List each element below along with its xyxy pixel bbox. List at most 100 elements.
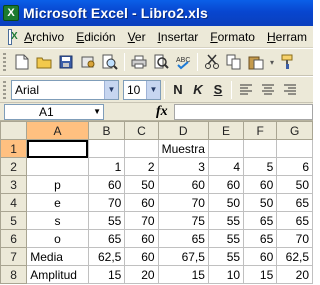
formula-input[interactable]: [173, 103, 313, 120]
cell[interactable]: 50: [207, 193, 245, 212]
row-header[interactable]: 4: [0, 193, 28, 212]
cell[interactable]: 70: [276, 229, 313, 248]
align-center-icon[interactable]: [257, 79, 279, 101]
italic-button[interactable]: K: [188, 79, 208, 101]
cell[interactable]: [26, 157, 89, 176]
row-header[interactable]: 2: [0, 157, 28, 176]
cell[interactable]: e: [26, 193, 89, 212]
toolbar-grip[interactable]: [3, 80, 6, 99]
cell[interactable]: 65: [276, 211, 313, 230]
cell[interactable]: p: [26, 175, 89, 194]
document-icon[interactable]: [8, 28, 18, 45]
row-header[interactable]: 6: [0, 229, 28, 248]
cell[interactable]: 70: [157, 193, 209, 212]
menu-edicion[interactable]: Edición: [70, 30, 121, 44]
cell[interactable]: 50: [124, 175, 159, 194]
print-preview2-icon[interactable]: [150, 51, 172, 73]
menu-herramientas[interactable]: Herram: [261, 30, 313, 44]
toolbar-grip[interactable]: [3, 53, 6, 71]
paste-icon[interactable]: [245, 51, 267, 73]
cell[interactable]: 60: [124, 247, 159, 266]
cell[interactable]: 5: [243, 157, 278, 176]
print-icon[interactable]: [128, 51, 150, 73]
cell[interactable]: 10: [207, 265, 245, 284]
column-header-f[interactable]: F: [243, 121, 278, 140]
cell[interactable]: [207, 139, 245, 158]
cell[interactable]: 2: [124, 157, 159, 176]
row-header[interactable]: 7: [0, 247, 28, 266]
cell[interactable]: 1: [87, 157, 126, 176]
cell[interactable]: Media: [26, 247, 89, 266]
align-left-icon[interactable]: [235, 79, 257, 101]
open-icon[interactable]: [33, 51, 55, 73]
cell[interactable]: 15: [157, 265, 209, 284]
name-box[interactable]: A1 ▼: [4, 103, 104, 120]
chevron-down-icon[interactable]: ▼: [104, 80, 118, 99]
cell[interactable]: 60: [87, 175, 126, 194]
menu-formato[interactable]: Formato: [204, 30, 261, 44]
cell[interactable]: 70: [124, 211, 159, 230]
paste-dropdown-icon[interactable]: ▾: [267, 51, 277, 73]
column-header-d[interactable]: D: [157, 121, 209, 140]
cell[interactable]: 60: [243, 175, 278, 194]
print-preview-icon[interactable]: [99, 51, 121, 73]
align-right-icon[interactable]: [279, 79, 301, 101]
excel-app-icon[interactable]: X: [3, 5, 19, 21]
row-header[interactable]: 5: [0, 211, 28, 230]
cut-icon[interactable]: [201, 51, 223, 73]
font-size-combo[interactable]: 10 ▼: [123, 79, 161, 100]
cell[interactable]: 55: [207, 211, 245, 230]
cell[interactable]: 60: [157, 175, 209, 194]
cell-a1[interactable]: [26, 139, 89, 158]
cell[interactable]: [276, 139, 313, 158]
cell[interactable]: 15: [243, 265, 278, 284]
cell[interactable]: 62,5: [276, 247, 313, 266]
cell[interactable]: 65: [87, 229, 126, 248]
cell[interactable]: 60: [207, 175, 245, 194]
chevron-down-icon[interactable]: ▼: [93, 105, 101, 119]
spelling-icon[interactable]: ABC: [172, 51, 194, 73]
menu-insertar[interactable]: Insertar: [152, 30, 205, 44]
cell[interactable]: 55: [207, 229, 245, 248]
cell[interactable]: [124, 139, 159, 158]
column-header-c[interactable]: C: [124, 121, 159, 140]
bold-button[interactable]: N: [168, 79, 188, 101]
select-all-corner[interactable]: [0, 121, 28, 140]
menu-archivo[interactable]: Archivo: [18, 30, 70, 44]
cell[interactable]: 67,5: [157, 247, 209, 266]
cell[interactable]: 55: [207, 247, 245, 266]
cell-title[interactable]: Muestra: [157, 139, 209, 158]
copy-icon[interactable]: [223, 51, 245, 73]
cell[interactable]: [87, 139, 126, 158]
font-name-combo[interactable]: Arial ▼: [11, 79, 119, 100]
cell[interactable]: 55: [87, 211, 126, 230]
cell[interactable]: 20: [124, 265, 159, 284]
cell[interactable]: 50: [276, 175, 313, 194]
row-header[interactable]: 3: [0, 175, 28, 194]
row-header[interactable]: 8: [0, 265, 28, 284]
cell[interactable]: 60: [124, 193, 159, 212]
cell[interactable]: 15: [87, 265, 126, 284]
cell[interactable]: s: [26, 211, 89, 230]
column-header-b[interactable]: B: [87, 121, 126, 140]
insert-function-icon[interactable]: fx: [156, 104, 168, 120]
cell[interactable]: 65: [243, 229, 278, 248]
cell[interactable]: 65: [243, 211, 278, 230]
menu-ver[interactable]: Ver: [122, 30, 152, 44]
column-header-a[interactable]: A: [26, 121, 89, 140]
column-header-e[interactable]: E: [207, 121, 245, 140]
cell[interactable]: o: [26, 229, 89, 248]
new-icon[interactable]: [11, 51, 33, 73]
cell[interactable]: 75: [157, 211, 209, 230]
cell[interactable]: 70: [87, 193, 126, 212]
row-header[interactable]: 1: [0, 139, 28, 158]
cell[interactable]: 50: [243, 193, 278, 212]
cell[interactable]: 3: [157, 157, 209, 176]
save-icon[interactable]: [55, 51, 77, 73]
underline-button[interactable]: S: [208, 79, 228, 101]
column-header-g[interactable]: G: [276, 121, 313, 140]
cell[interactable]: 6: [276, 157, 313, 176]
format-painter-icon[interactable]: [277, 51, 299, 73]
chevron-down-icon[interactable]: ▼: [146, 80, 160, 99]
cell[interactable]: 20: [276, 265, 313, 284]
